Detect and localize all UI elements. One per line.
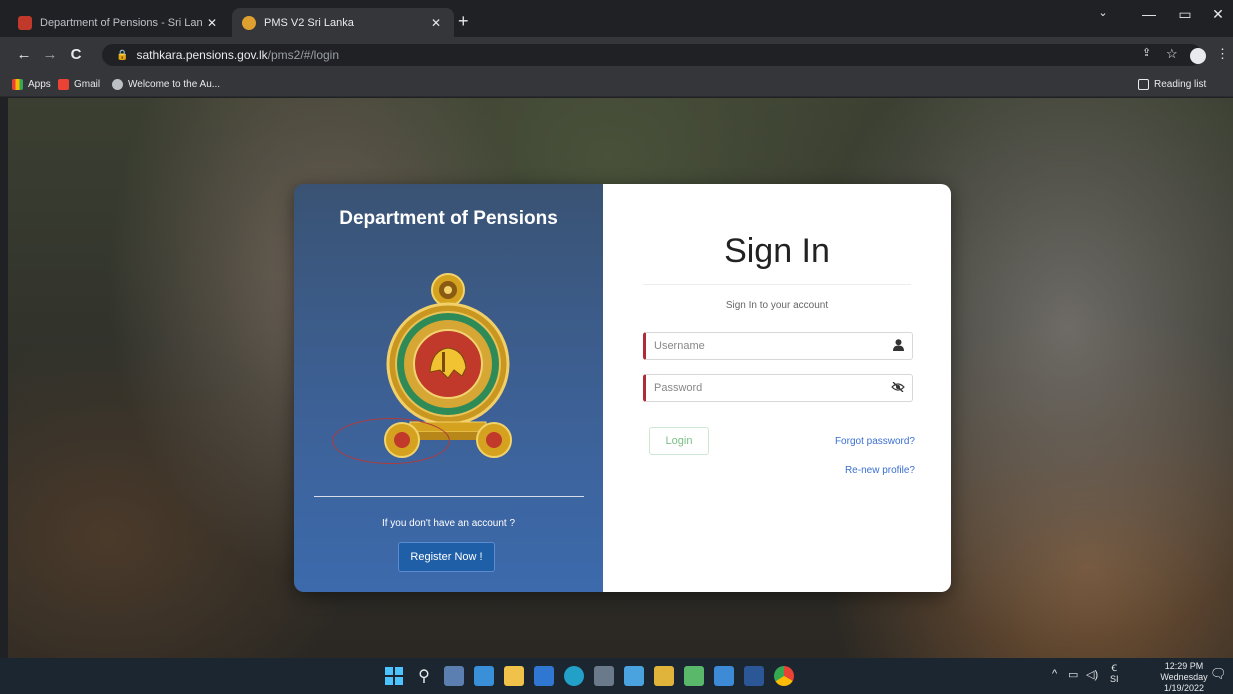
login-card: Department of Pensions If you don't have…	[294, 184, 951, 592]
profile-avatar-icon[interactable]	[1190, 48, 1206, 64]
menu-kebab-icon[interactable]: ⋮	[1216, 46, 1229, 62]
bookmark-label: Welcome to the Au...	[128, 79, 221, 90]
password-field	[643, 374, 913, 402]
notepad-icon[interactable]	[684, 666, 704, 686]
renew-profile-link[interactable]: Re-new profile?	[845, 465, 915, 476]
register-now-button[interactable]: Register Now !	[398, 542, 495, 572]
eye-slash-icon[interactable]	[884, 381, 912, 395]
tab-title: PMS V2 Sri Lanka	[264, 16, 354, 29]
no-account-text: If you don't have an account ?	[381, 518, 516, 529]
reading-list-icon	[1138, 79, 1149, 90]
word-icon[interactable]	[744, 666, 764, 686]
search-icon[interactable]: ⚲	[414, 666, 434, 686]
people-icon[interactable]	[624, 666, 644, 686]
windows-start-icon[interactable]	[384, 666, 404, 686]
signin-title: Sign In	[724, 232, 830, 270]
url-host: sathkara.pensions.gov.lk	[136, 48, 268, 62]
close-tab-icon[interactable]: ✕	[428, 16, 444, 30]
language-code: SI	[1110, 674, 1119, 684]
apps-grid-icon	[12, 79, 23, 90]
clock-day: Wednesday	[1160, 672, 1208, 682]
share-icon[interactable]: ⇪	[1142, 46, 1151, 59]
department-title: Department of Pensions	[339, 208, 558, 229]
task-view-icon[interactable]	[444, 666, 464, 686]
bookmark-gmail[interactable]: Gmail	[58, 79, 100, 90]
login-page: Department of Pensions If you don't have…	[8, 98, 1233, 658]
forgot-password-link[interactable]: Forgot password?	[835, 436, 915, 447]
volume-icon[interactable]: ◁)	[1086, 668, 1098, 681]
widgets-icon[interactable]	[474, 666, 494, 686]
paint-icon[interactable]	[654, 666, 674, 686]
system-clock[interactable]: 12:29 PM Wednesday 1/19/2022	[1152, 661, 1216, 694]
app-icon[interactable]	[594, 666, 614, 686]
reading-list-label: Reading list	[1154, 79, 1207, 90]
user-icon	[884, 338, 912, 354]
login-button[interactable]: Login	[649, 427, 709, 455]
bookmark-apps[interactable]: Apps	[12, 79, 51, 90]
sri-lanka-emblem-icon	[384, 273, 512, 458]
new-tab-icon[interactable]: +	[458, 11, 469, 32]
store-icon[interactable]	[534, 666, 554, 686]
windows-taskbar: ⚲ ^ ▭ ◁) Ꞓ SI 12:29 PM Wednesday 1/19/20…	[0, 658, 1233, 694]
file-explorer-icon[interactable]	[504, 666, 524, 686]
network-icon[interactable]: ▭	[1068, 668, 1078, 681]
lock-icon: 🔒	[116, 49, 129, 61]
password-input[interactable]	[646, 382, 884, 394]
signin-panel: Sign In Sign In to your account Login Fo…	[603, 184, 951, 592]
username-field	[643, 332, 913, 360]
branding-panel: Department of Pensions If you don't have…	[294, 184, 603, 592]
url-path: /pms2/#/login	[267, 48, 340, 62]
browser-toolbar: ← → C 🔒 sathkara.pensions.gov.lk /pms2/#…	[0, 37, 1233, 75]
browser-tab-strip: Department of Pensions - Sri Lan ✕ PMS V…	[0, 0, 1233, 37]
pms-favicon-icon	[242, 15, 256, 30]
tab-pms-v2[interactable]: PMS V2 Sri Lanka ✕	[232, 8, 454, 37]
bookmark-label: Apps	[28, 79, 51, 90]
signin-subtitle: Sign In to your account	[725, 300, 829, 311]
close-tab-icon[interactable]: ✕	[204, 16, 220, 30]
chrome-icon[interactable]	[774, 666, 794, 686]
edge-icon[interactable]	[564, 666, 584, 686]
tray-overflow-icon[interactable]: ^	[1052, 668, 1057, 680]
bookmark-welcome[interactable]: Welcome to the Au...	[112, 79, 220, 90]
bookmark-star-icon[interactable]: ☆	[1166, 46, 1178, 62]
address-bar[interactable]: 🔒 sathkara.pensions.gov.lk /pms2/#/login	[102, 44, 1202, 66]
bookmark-label: Gmail	[74, 79, 101, 90]
globe-icon	[112, 79, 123, 90]
input-language[interactable]: Ꞓ SI	[1110, 663, 1119, 685]
tab-department-of-pensions[interactable]: Department of Pensions - Sri Lan ✕	[8, 8, 230, 37]
notifications-icon[interactable]: 🗨	[1210, 666, 1227, 682]
tab-title: Department of Pensions - Sri Lan	[40, 16, 203, 29]
panel-divider	[314, 496, 584, 497]
forward-icon[interactable]: →	[40, 46, 60, 63]
close-window-icon[interactable]: ✕	[1203, 6, 1233, 23]
photos-icon[interactable]	[714, 666, 734, 686]
tab-search-icon[interactable]: ⌄	[1088, 6, 1118, 19]
pensions-favicon-icon	[18, 15, 32, 30]
back-icon[interactable]: ←	[14, 46, 34, 63]
bookmarks-bar: Apps Gmail Welcome to the Au... Reading …	[0, 75, 1233, 97]
maximize-icon[interactable]: ▭	[1170, 6, 1200, 23]
reload-icon[interactable]: C	[66, 46, 86, 63]
ime-indicator: Ꞓ	[1111, 663, 1118, 673]
reading-list[interactable]: Reading list	[1138, 79, 1206, 90]
clock-time: 12:29 PM	[1164, 661, 1204, 671]
username-input[interactable]	[646, 340, 884, 352]
clock-date: 1/19/2022	[1163, 683, 1205, 693]
gmail-icon	[58, 79, 69, 90]
minimize-icon[interactable]: —	[1134, 6, 1164, 22]
title-divider	[643, 284, 911, 285]
